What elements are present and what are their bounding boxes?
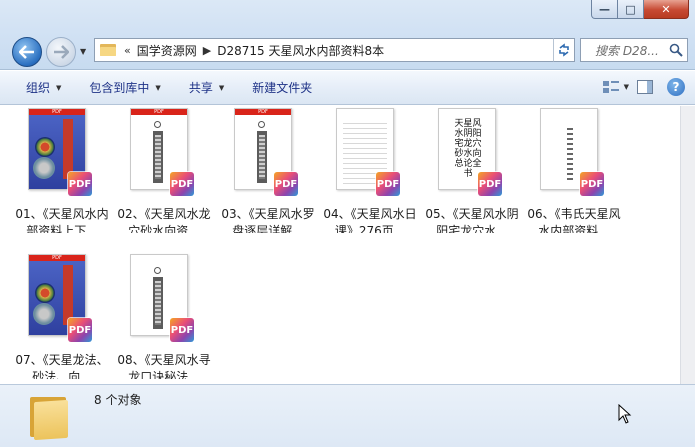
pdf-icon: PDF — [274, 172, 298, 196]
vertical-scrollbar[interactable] — [680, 106, 695, 384]
pdf-icon: PDF — [478, 172, 502, 196]
search-input[interactable]: 搜索 D28... — [595, 42, 671, 59]
folder-icon — [100, 43, 118, 57]
new-folder-button[interactable]: 新建文件夹 — [252, 79, 312, 96]
pdf-icon: PDF — [170, 172, 194, 196]
minimize-button[interactable]: — — [591, 0, 618, 19]
maximize-button[interactable]: □ — [618, 0, 644, 19]
details-pane: 8 个对象 — [0, 384, 695, 447]
pdf-icon: PDF — [376, 172, 400, 196]
file-name: 02、《天星风水龙穴砂水向资... — [117, 207, 211, 233]
pdf-icon: PDF — [170, 318, 194, 342]
forward-arrow-icon — [54, 45, 69, 59]
chevron-down-icon: ▼ — [56, 83, 62, 92]
view-options-dropdown[interactable]: ▼ — [624, 83, 629, 91]
file-name: 08、《天星风水寻龙口诀秘法... — [117, 353, 211, 379]
file-name: 03、《天星风水罗盘逐层详解... — [221, 207, 315, 233]
change-view-button[interactable] — [600, 78, 622, 96]
refresh-button[interactable] — [553, 38, 575, 62]
back-arrow-icon — [19, 45, 34, 59]
share-menu[interactable]: 共享 ▼ — [189, 79, 224, 96]
breadcrumb-root[interactable]: 国学资源网 — [137, 42, 197, 59]
breadcrumb-chevron-icon[interactable]: ▶ — [203, 44, 211, 57]
mouse-cursor-icon — [618, 404, 632, 424]
folder-icon — [30, 393, 72, 441]
preview-pane-button[interactable] — [637, 80, 653, 94]
search-box[interactable]: 搜索 D28... — [580, 38, 688, 62]
file-name: 01、《天星风水内部资料上下... — [15, 207, 109, 233]
organize-label: 组织 — [26, 81, 51, 95]
file-name: 07、《天星龙法、砂法、向... — [15, 353, 109, 379]
address-bar[interactable]: « 国学资源网 ▶ D28715 天星风水内部资料8本 ▼ — [94, 38, 574, 62]
breadcrumb-overflow[interactable]: « — [124, 44, 131, 57]
back-button[interactable] — [12, 37, 42, 67]
chevron-down-icon: ▼ — [218, 83, 225, 92]
search-icon[interactable] — [669, 43, 683, 57]
file-list: PDF PDF 01、《天星风水内部资料上下... PDF PDF 02、《天星… — [0, 106, 680, 384]
include-library-menu[interactable]: 包含到库中 ▼ — [89, 79, 160, 96]
help-button[interactable]: ? — [667, 78, 685, 96]
recent-pages-dropdown[interactable]: ▼ — [80, 47, 86, 56]
include-library-label: 包含到库中 — [89, 81, 150, 95]
view-icon — [602, 81, 619, 93]
file-name: 04、《天星风水日课》276页... — [323, 207, 417, 233]
organize-menu[interactable]: 组织 ▼ — [26, 79, 61, 96]
chevron-down-icon: ▼ — [155, 83, 161, 92]
command-bar: 组织 ▼ 包含到库中 ▼ 共享 ▼ 新建文件夹 ▼ ? — [0, 71, 695, 105]
forward-button[interactable] — [46, 37, 76, 67]
item-count: 8 个对象 — [94, 393, 142, 407]
file-name: 06、《韦氏天星风水内部资料... — [527, 207, 621, 233]
share-label: 共享 — [188, 81, 213, 95]
close-button[interactable]: ✕ — [644, 0, 689, 19]
new-folder-label: 新建文件夹 — [252, 81, 313, 95]
pdf-icon: PDF — [580, 172, 604, 196]
refresh-icon — [559, 43, 569, 57]
pdf-icon: PDF — [68, 172, 92, 196]
breadcrumb-current[interactable]: D28715 天星风水内部资料8本 — [217, 42, 384, 59]
thumbnail-title: 天星风水阴阳宅龙穴砂水向总论全书 — [454, 119, 482, 179]
pdf-icon: PDF — [68, 318, 92, 342]
file-name: 05、《天星风水阴阳宅龙穴水... — [425, 207, 519, 233]
window-controls: — □ ✕ — [591, 0, 689, 19]
